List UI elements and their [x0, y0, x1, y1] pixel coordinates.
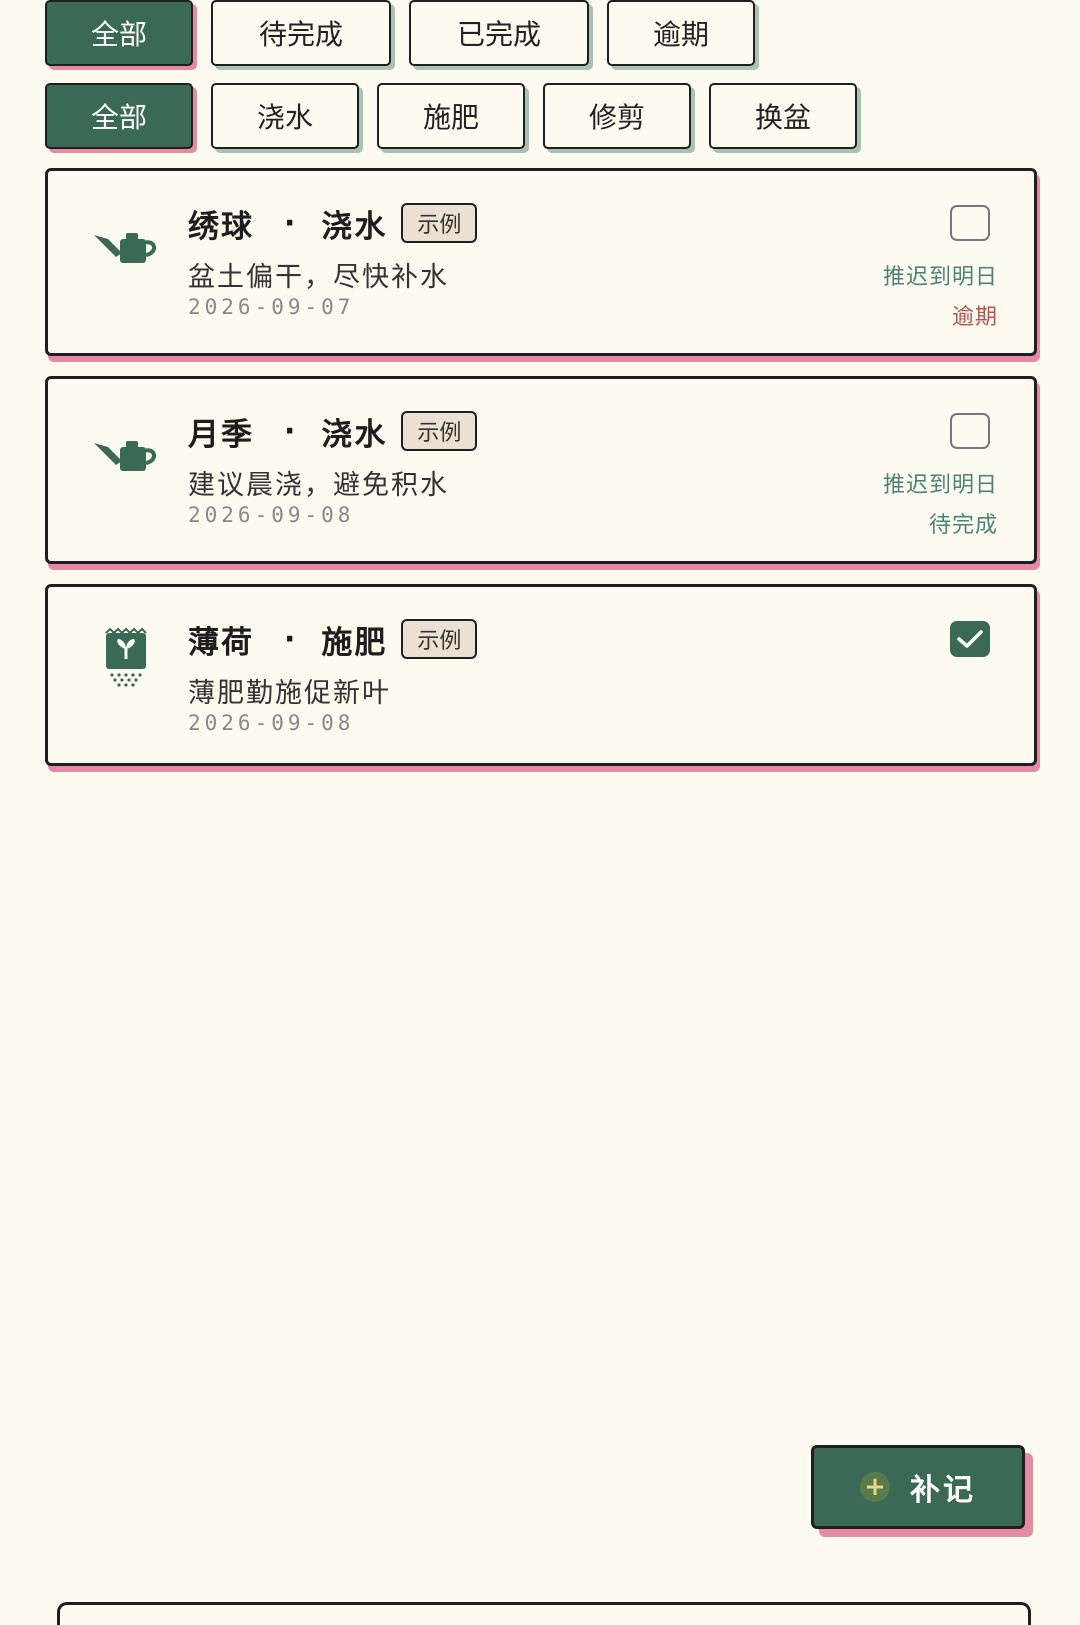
status-filter-bar: 全部 待完成 已完成 逾期 — [45, 0, 755, 66]
separator-dot: · — [284, 621, 296, 657]
task-date: 2026-09-08 — [188, 503, 355, 527]
task-card[interactable]: 月季 · 浇水 示例 建议晨浇，避免积水 2026-09-08 推迟到明日 待完… — [45, 376, 1037, 564]
sample-badge: 示例 — [401, 619, 478, 659]
task-card[interactable]: 绣球 · 浇水 示例 盆土偏干，尽快补水 2026-09-07 推迟到明日 逾期 — [45, 168, 1037, 356]
postpone-link[interactable]: 推迟到明日 — [883, 467, 998, 499]
task-date: 2026-09-07 — [188, 295, 355, 319]
type-filter-bar: 全部 浇水 施肥 修剪 换盆 — [45, 83, 857, 149]
type-filter-repot[interactable]: 换盆 — [709, 83, 857, 149]
add-record-button[interactable]: + 补记 — [811, 1445, 1025, 1529]
plant-name: 薄荷 — [188, 624, 254, 661]
status-filter-all[interactable]: 全部 — [45, 0, 193, 66]
complete-checkbox[interactable] — [950, 413, 990, 449]
separator-dot: · — [284, 205, 296, 241]
status-filter-overdue[interactable]: 逾期 — [607, 0, 755, 66]
plant-name: 绣球 — [188, 208, 254, 245]
sample-badge: 示例 — [401, 411, 478, 451]
type-filter-all[interactable]: 全部 — [45, 83, 193, 149]
task-note: 盆土偏干，尽快补水 — [188, 262, 449, 293]
complete-checkbox[interactable] — [950, 621, 990, 657]
add-record-label: 补记 — [910, 1473, 976, 1508]
type-filter-water[interactable]: 浇水 — [211, 83, 359, 149]
postpone-link[interactable]: 推迟到明日 — [883, 259, 998, 291]
status-filter-done[interactable]: 已完成 — [409, 0, 589, 66]
watering-can-icon — [92, 209, 160, 277]
task-type: 浇水 — [321, 208, 388, 245]
watering-can-icon — [92, 417, 160, 485]
type-filter-prune[interactable]: 修剪 — [543, 83, 691, 149]
plus-icon: + — [860, 1472, 890, 1502]
status-label: 待完成 — [928, 513, 998, 538]
separator-dot: · — [284, 413, 296, 449]
task-date: 2026-09-08 — [188, 711, 355, 735]
status-filter-pending[interactable]: 待完成 — [211, 0, 391, 66]
complete-checkbox[interactable] — [950, 205, 990, 241]
bottom-panel-edge — [57, 1602, 1031, 1625]
sample-badge: 示例 — [401, 203, 478, 243]
status-label: 逾期 — [951, 305, 998, 330]
checkmark-icon — [957, 630, 983, 648]
fertilizer-bag-icon — [92, 625, 160, 693]
task-type: 施肥 — [321, 624, 388, 661]
type-filter-fertilize[interactable]: 施肥 — [377, 83, 525, 149]
plant-name: 月季 — [188, 416, 254, 453]
task-note: 薄肥勤施促新叶 — [188, 678, 391, 709]
task-type: 浇水 — [321, 416, 388, 453]
task-card[interactable]: 薄荷 · 施肥 示例 薄肥勤施促新叶 2026-09-08 — [45, 584, 1037, 766]
task-note: 建议晨浇，避免积水 — [188, 470, 449, 501]
